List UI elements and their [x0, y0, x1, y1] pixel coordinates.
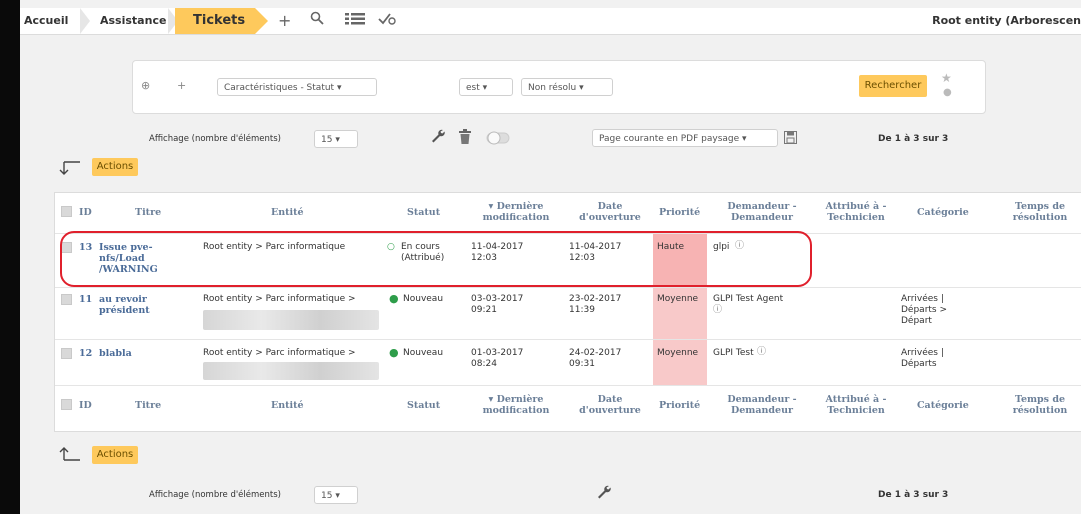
- ticket-priority: Moyenne: [657, 294, 699, 304]
- breadcrumb-separator: [80, 8, 90, 34]
- ticket-category: Arrivées | Départs > Départ: [901, 294, 948, 326]
- column-header-entity[interactable]: Entité: [271, 207, 304, 218]
- wrench-icon[interactable]: [430, 128, 446, 148]
- breadcrumb-tickets[interactable]: Tickets: [175, 8, 269, 34]
- ticket-entity: Root entity > Parc informatique >: [203, 294, 356, 304]
- redacted-entity: [203, 310, 379, 330]
- column-header-title[interactable]: Titre: [135, 207, 161, 218]
- column-header-requester[interactable]: Demandeur - Demandeur: [715, 201, 809, 223]
- tickets-table: ID Titre Entité Statut ▾ Dernière modifi…: [54, 192, 1081, 432]
- save-search-star-icon[interactable]: ★: [941, 71, 952, 85]
- list-icon[interactable]: [345, 10, 365, 32]
- column-header-resolution-time[interactable]: Temps de résolution: [1005, 394, 1075, 416]
- column-header-technician[interactable]: Attribué à - Technicien: [819, 394, 893, 416]
- column-header-category[interactable]: Catégorie: [917, 207, 969, 218]
- ticket-priority: Moyenne: [657, 348, 699, 358]
- ticket-id: 12: [79, 348, 93, 359]
- display-count-label: Affichage (nombre d'éléments): [149, 134, 281, 144]
- column-header-last-modified[interactable]: ▾ Dernière modification: [475, 394, 557, 416]
- table-footer-header: ID Titre Entité Statut ▾ Dernière modifi…: [55, 385, 1081, 431]
- ticket-last-modified: 03-03-2017 09:21: [471, 294, 524, 315]
- column-header-technician[interactable]: Attribué à - Technicien: [819, 201, 893, 223]
- table-row[interactable]: 11 au revoir président Root entity > Par…: [55, 287, 1081, 340]
- info-icon[interactable]: ⓘ: [757, 347, 766, 358]
- arrow-down-left-icon: [58, 160, 82, 180]
- column-header-id[interactable]: ID: [79, 207, 92, 218]
- column-header-id[interactable]: ID: [79, 400, 92, 411]
- ticket-last-modified: 01-03-2017 08:24: [471, 348, 524, 369]
- column-header-status[interactable]: Statut: [407, 207, 440, 218]
- display-count-label-bottom: Affichage (nombre d'éléments): [149, 490, 281, 500]
- select-all-checkbox-bottom[interactable]: [61, 399, 72, 410]
- wrench-icon[interactable]: [596, 484, 612, 504]
- actions-button-top[interactable]: Actions: [92, 158, 138, 176]
- check-icon[interactable]: [378, 10, 396, 32]
- search-criteria-box: ⊕ + Caractéristiques - Statut ▾ est ▾ No…: [132, 60, 986, 114]
- display-count-value: 15: [321, 135, 333, 145]
- export-format-value: Page courante en PDF paysage: [599, 134, 740, 144]
- column-header-opened[interactable]: Date d'ouverture: [573, 201, 647, 223]
- plus-icon[interactable]: +: [278, 10, 291, 32]
- column-header-priority[interactable]: Priorité: [659, 400, 700, 411]
- criteria-operator-select[interactable]: est ▾: [459, 78, 513, 96]
- pagination-range: De 1 à 3 sur 3: [878, 134, 949, 144]
- criteria-value-select[interactable]: Non résolu ▾: [521, 78, 613, 96]
- column-header-opened[interactable]: Date d'ouverture: [573, 394, 647, 416]
- table-row[interactable]: 12 blabla Root entity > Parc informatiqu…: [55, 339, 1081, 386]
- priority-medium-cell: [653, 340, 707, 386]
- ticket-opened: 24-02-2017 09:31: [569, 348, 622, 369]
- column-header-category[interactable]: Catégorie: [917, 400, 969, 411]
- column-header-entity[interactable]: Entité: [271, 400, 304, 411]
- display-count-value: 15: [321, 491, 333, 501]
- info-icon[interactable]: ⓘ: [713, 305, 722, 316]
- actions-button-bottom[interactable]: Actions: [92, 446, 138, 464]
- arrow-up-left-icon: [58, 446, 82, 466]
- ticket-category: Arrivées | Départs: [901, 348, 944, 369]
- ticket-entity: Root entity > Parc informatique >: [203, 348, 356, 358]
- breadcrumb-assistance[interactable]: Assistance: [100, 8, 166, 34]
- criteria-value-text: Non résolu: [528, 83, 577, 93]
- redacted-entity: [203, 362, 379, 380]
- status-new-icon: ●: [389, 346, 399, 359]
- highlight-annotation: [60, 231, 812, 287]
- ticket-requester[interactable]: GLPI Test: [713, 348, 754, 359]
- ticket-title-link[interactable]: blabla: [99, 348, 132, 359]
- criteria-operator-value: est: [466, 83, 480, 93]
- row-checkbox[interactable]: [61, 294, 72, 305]
- export-format-select[interactable]: Page courante en PDF paysage ▾: [592, 129, 778, 147]
- display-count-select-bottom[interactable]: 15 ▾: [314, 486, 358, 504]
- glpi-screen: Accueil Assistance Tickets + Root entity…: [20, 0, 1081, 514]
- search-options-icon[interactable]: ●: [943, 87, 952, 98]
- add-criteria-icon[interactable]: ⊕: [141, 79, 150, 92]
- add-group-icon[interactable]: +: [177, 79, 186, 92]
- column-header-priority[interactable]: Priorité: [659, 207, 700, 218]
- ticket-title-link[interactable]: au revoir président: [99, 294, 179, 316]
- column-header-status[interactable]: Statut: [407, 400, 440, 411]
- search-button[interactable]: Rechercher: [859, 75, 927, 97]
- search-icon[interactable]: [310, 10, 324, 32]
- row-checkbox[interactable]: [61, 348, 72, 359]
- active-entity[interactable]: Root entity (Arborescen: [932, 8, 1081, 34]
- breadcrumb-home[interactable]: Accueil: [24, 8, 68, 34]
- save-icon[interactable]: [784, 129, 797, 148]
- criteria-field-value: Caractéristiques - Statut: [224, 83, 335, 93]
- criteria-field-select[interactable]: Caractéristiques - Statut ▾: [217, 78, 377, 96]
- select-all-checkbox[interactable]: [61, 206, 72, 217]
- ticket-status: Nouveau: [403, 348, 444, 358]
- column-header-requester[interactable]: Demandeur - Demandeur: [715, 394, 809, 416]
- toggle-icon[interactable]: [486, 130, 512, 149]
- ticket-status: Nouveau: [403, 294, 444, 304]
- display-count-select[interactable]: 15 ▾: [314, 130, 358, 148]
- column-header-title[interactable]: Titre: [135, 400, 161, 411]
- trash-icon[interactable]: [458, 129, 472, 148]
- pagination-range-bottom: De 1 à 3 sur 3: [878, 490, 949, 500]
- status-new-icon: ●: [389, 292, 399, 305]
- ticket-id: 11: [79, 294, 93, 305]
- column-header-last-modified[interactable]: ▾ Dernière modification: [475, 201, 557, 223]
- top-navigation: Accueil Assistance Tickets + Root entity…: [20, 8, 1081, 35]
- ticket-opened: 23-02-2017 11:39: [569, 294, 622, 315]
- column-header-resolution-time[interactable]: Temps de résolution: [1005, 201, 1075, 223]
- ticket-requester[interactable]: GLPI Test Agent: [713, 294, 809, 305]
